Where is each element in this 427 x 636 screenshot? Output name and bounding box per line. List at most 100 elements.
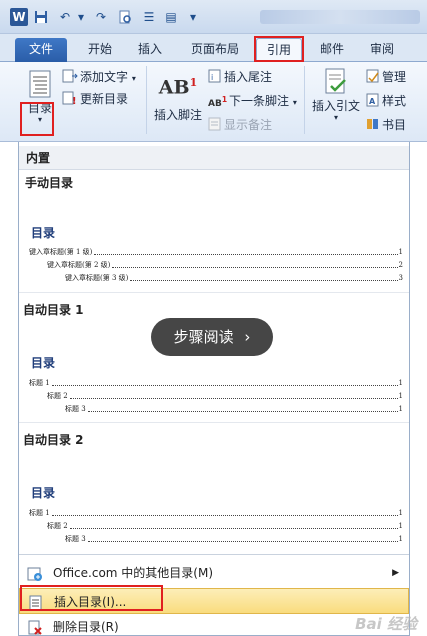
toc-line: 标题 2 1 <box>47 520 403 532</box>
redo-icon[interactable]: ↷ <box>92 8 110 26</box>
tab-page-layout[interactable]: 页面布局 <box>180 38 250 62</box>
step-reading-button[interactable]: 步骤阅读 › <box>151 318 273 356</box>
update-toc-icon: ! <box>62 91 78 108</box>
toc-line: 键入章标题(第 1 级) 1 <box>29 246 403 258</box>
delete-toc-menu-item[interactable]: 删除目录(R) <box>19 614 409 636</box>
watermark: Bai 经验 <box>355 615 417 633</box>
customize-toolbar-icon[interactable]: ▾ <box>184 8 202 26</box>
toc-line-label: 标题 2 <box>47 392 68 400</box>
insert-footnote-label: 插入脚注 <box>153 108 202 123</box>
tab-insert[interactable]: 插入 <box>130 38 170 62</box>
endnote-icon: i <box>208 69 222 86</box>
divider <box>19 554 409 555</box>
toc-line-page: 1 <box>398 535 403 543</box>
next-footnote-icon: AB1 <box>208 94 228 109</box>
toc-line-label: 标题 1 <box>29 509 50 517</box>
group-divider <box>304 66 305 134</box>
chevron-down-icon: ▾ <box>333 113 338 122</box>
toc-icon <box>29 70 51 98</box>
toc-highlight-box <box>20 102 54 136</box>
window-title-blurred <box>260 10 420 24</box>
auto-toc-2-heading: 目录 <box>31 486 56 500</box>
manage-sources-button[interactable]: 管理 <box>366 68 406 86</box>
tab-home[interactable]: 开始 <box>78 38 122 62</box>
step-reading-label: 步骤阅读 <box>173 328 234 346</box>
toc-line-label: 标题 2 <box>47 522 68 530</box>
divider <box>19 422 409 423</box>
chevron-right-icon: › <box>244 328 251 346</box>
toc-line-label: 键入章标题(第 3 级) <box>65 274 129 282</box>
toc-line-page: 1 <box>398 509 403 517</box>
toc-line-label: 标题 1 <box>29 379 50 387</box>
toc-line: 标题 2 1 <box>47 390 403 402</box>
show-notes-button[interactable]: 显示备注 <box>208 116 272 134</box>
next-footnote-label: 下一条脚注 <box>229 94 290 108</box>
manage-sources-icon <box>366 69 380 86</box>
insert-citation-button[interactable]: 插入引文 ▾ <box>310 68 362 123</box>
manual-toc-heading: 目录 <box>31 226 56 240</box>
style-icon: A <box>366 93 380 110</box>
divider <box>19 292 409 293</box>
delete-toc-label: 删除目录(R) <box>53 620 119 634</box>
svg-text:!: ! <box>72 96 77 105</box>
comment-icon[interactable]: ▤ <box>162 8 180 26</box>
word-app-icon[interactable]: W <box>10 8 28 26</box>
chevron-down-icon: ▾ <box>131 74 136 83</box>
toc-line: 标题 1 1 <box>29 377 403 389</box>
more-toc-label: Office.com 中的其他目录(M) <box>53 566 214 580</box>
chevron-right-icon: ▶ <box>392 568 399 578</box>
insert-toc-highlight-box <box>20 585 163 611</box>
footnote-icon-text: AB <box>158 76 190 99</box>
bibliography-icon <box>366 117 380 134</box>
save-icon[interactable] <box>32 8 50 26</box>
update-toc-button[interactable]: ! 更新目录 <box>62 90 128 108</box>
chevron-down-icon: ▾ <box>292 98 297 107</box>
office-com-icon <box>27 565 43 581</box>
bibliography-button[interactable]: 书目 <box>366 116 406 134</box>
toc-line: 键入章标题(第 3 级) 3 <box>65 272 403 284</box>
toc-line: 标题 3 1 <box>65 403 403 415</box>
ribbon-references: 目录 ▾ 添加文字 ▾ ! 更新目录 AB1 插入脚注 i 插入尾注 AB1 下一… <box>0 62 427 142</box>
insert-footnote-button[interactable]: AB1 插入脚注 <box>152 70 204 123</box>
add-text-label: 添加文字 <box>80 70 129 84</box>
footnote-icon-sup: 1 <box>189 76 198 89</box>
show-notes-icon <box>208 117 222 134</box>
toc-line-page: 3 <box>398 274 403 282</box>
tab-mailings[interactable]: 邮件 <box>312 38 352 62</box>
tab-review[interactable]: 审阅 <box>362 38 402 62</box>
toc-line: 标题 3 1 <box>65 533 403 545</box>
undo-dropdown-icon[interactable]: ▾ <box>72 8 90 26</box>
insert-citation-label: 插入引文 <box>311 99 360 113</box>
ribbon-tabs: 文件 开始 插入 页面布局 引用 邮件 审阅 <box>0 34 427 62</box>
toc-line-label: 标题 3 <box>65 535 86 543</box>
next-footnote-button[interactable]: AB1 下一条脚注 ▾ <box>208 92 297 109</box>
tab-file[interactable]: 文件 <box>15 38 67 62</box>
svg-text:A: A <box>369 97 376 106</box>
manual-toc-title: 手动目录 <box>25 176 74 190</box>
toc-line-label: 标题 3 <box>65 405 86 413</box>
toc-line-page: 1 <box>398 379 403 387</box>
toc-line-page: 1 <box>398 392 403 400</box>
references-highlight-box <box>254 36 304 62</box>
toc-line-page: 1 <box>398 248 403 256</box>
toc-line-label: 键入章标题(第 2 级) <box>47 261 111 269</box>
footnote-icon: AB1 <box>152 70 204 100</box>
auto-toc-1-title: 自动目录 1 <box>23 303 84 317</box>
insert-endnote-button[interactable]: i 插入尾注 <box>208 68 272 86</box>
toc-gallery: 内置 手动目录 目录 键入章标题(第 1 级) 1 键入章标题(第 2 级) 2 键… <box>18 142 410 636</box>
builtin-header: 内置 <box>19 146 409 170</box>
style-button[interactable]: A 样式 <box>366 92 406 110</box>
update-toc-label: 更新目录 <box>80 92 129 106</box>
toc-line-label: 键入章标题(第 1 级) <box>29 248 93 256</box>
auto-toc-1-heading: 目录 <box>31 356 56 370</box>
delete-toc-icon <box>27 619 43 635</box>
add-text-button[interactable]: 添加文字 ▾ <box>62 68 136 86</box>
toc-line-page: 1 <box>398 522 403 530</box>
toc-line-page: 1 <box>398 405 403 413</box>
print-preview-icon[interactable] <box>116 8 134 26</box>
format-icon[interactable]: ☰ <box>140 8 158 26</box>
manage-sources-label: 管理 <box>382 70 407 84</box>
bibliography-label: 书目 <box>382 118 407 132</box>
more-toc-office-com[interactable]: Office.com 中的其他目录(M) ▶ <box>19 560 409 586</box>
toc-line: 键入章标题(第 2 级) 2 <box>47 259 403 271</box>
